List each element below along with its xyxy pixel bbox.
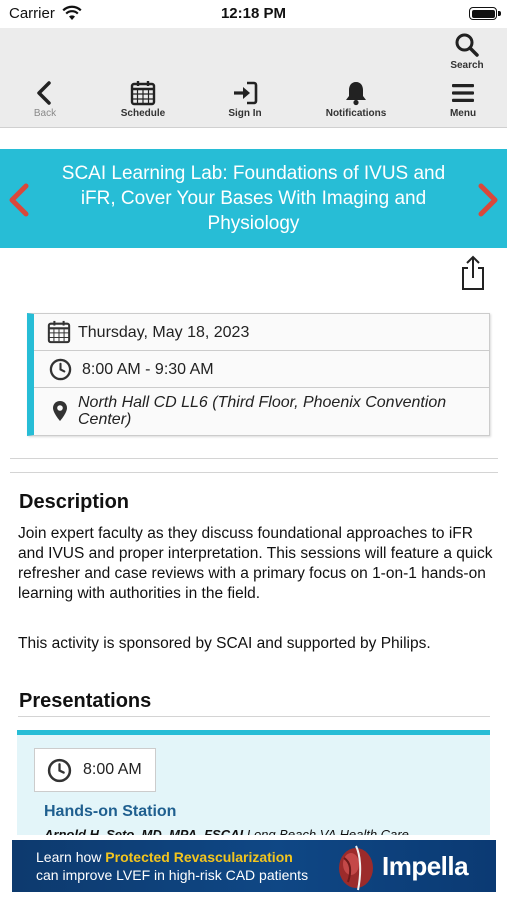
- top-navbar: Search Back Schedule Sign In Notificatio…: [0, 28, 507, 128]
- location-row[interactable]: North Hall CD LL6 (Third Floor, Phoenix …: [34, 388, 489, 435]
- search-icon: [455, 33, 479, 57]
- time-row: 8:00 AM - 9:30 AM: [34, 351, 489, 388]
- ad-line-1: Learn how Protected Revascularization: [36, 849, 293, 865]
- divider: [18, 716, 490, 717]
- calendar-icon: [130, 81, 156, 106]
- chevron-right-icon[interactable]: [475, 183, 501, 217]
- sign-in-label: Sign In: [228, 108, 262, 119]
- schedule-button[interactable]: Schedule: [98, 80, 188, 119]
- search-button[interactable]: Search: [439, 32, 495, 71]
- presentations-heading: Presentations: [19, 690, 152, 712]
- session-banner: SCAI Learning Lab: Foundations of IVUS a…: [0, 149, 507, 248]
- chevron-left-icon[interactable]: [6, 183, 32, 217]
- session-location: North Hall CD LL6 (Third Floor, Phoenix …: [78, 394, 447, 428]
- status-bar: Carrier 12:18 PM: [0, 0, 507, 28]
- presentation-title[interactable]: Hands-on Station: [44, 803, 176, 821]
- calendar-icon: [47, 320, 71, 344]
- session-info-card: Thursday, May 18, 2023 8:00 AM - 9:30 AM…: [27, 313, 490, 436]
- presentation-time: 8:00 AM: [83, 761, 142, 778]
- sign-in-button[interactable]: Sign In: [200, 80, 290, 119]
- notifications-label: Notifications: [325, 108, 387, 119]
- divider: [10, 458, 498, 459]
- presentation-time-box: 8:00 AM: [34, 748, 156, 792]
- back-button[interactable]: Back: [0, 80, 90, 119]
- clock-icon: [47, 758, 72, 783]
- menu-label: Menu: [449, 108, 477, 119]
- battery-tip: [498, 11, 501, 16]
- session-title: SCAI Learning Lab: Foundations of IVUS a…: [61, 163, 446, 234]
- ad-line-2: can improve LVEF in high-risk CAD patien…: [36, 867, 309, 883]
- ad-line-1-prefix: Learn how: [36, 849, 106, 865]
- sign-in-icon: [234, 81, 258, 105]
- menu-icon: [452, 84, 474, 102]
- presentation-item[interactable]: 8:00 AM Hands-on Station Arnold H. Seto,…: [17, 730, 490, 840]
- session-date: Thursday, May 18, 2023: [78, 324, 250, 341]
- heart-graphic: [339, 845, 373, 891]
- session-time: 8:00 AM - 9:30 AM: [82, 361, 214, 378]
- description-heading: Description: [19, 491, 130, 513]
- schedule-label: Schedule: [120, 108, 166, 119]
- back-icon: [37, 81, 51, 105]
- bell-icon: [346, 82, 366, 106]
- description-body: Join expert faculty as they discuss foun…: [18, 525, 493, 602]
- search-label: Search: [450, 60, 484, 71]
- share-icon[interactable]: [460, 255, 486, 291]
- back-label: Back: [33, 108, 57, 119]
- notifications-button[interactable]: Notifications: [311, 80, 401, 119]
- clock-icon: [49, 358, 72, 381]
- date-row: Thursday, May 18, 2023: [34, 314, 489, 351]
- sponsor-note: This activity is sponsored by SCAI and s…: [18, 635, 431, 652]
- clock-time: 12:18 PM: [220, 5, 287, 22]
- ad-highlight: Protected Revascularization: [105, 849, 293, 865]
- menu-button[interactable]: Menu: [418, 80, 507, 119]
- impella-ad-banner[interactable]: Learn how Protected Revascularization ca…: [12, 840, 496, 892]
- divider: [10, 472, 498, 473]
- ad-brand-logo: Impella: [382, 851, 469, 881]
- battery-icon: [469, 7, 497, 20]
- location-pin-icon: [53, 401, 67, 421]
